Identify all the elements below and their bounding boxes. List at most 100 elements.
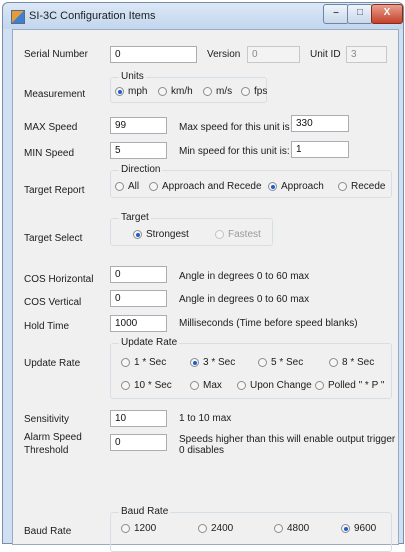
radio-icon [158,87,167,96]
option-label: Upon Change [250,380,312,391]
app-icon [11,10,25,24]
radio-icon [329,358,338,367]
max-speed-limit-input[interactable]: 330 [291,115,349,132]
direction-group: Direction All Approach and Recede Approa… [110,164,392,198]
target-select-label: Target Select [24,233,83,244]
window-title: SI-3C Configuration Items [29,10,156,22]
target-option-fastest: Fastest [215,228,261,241]
unit-id-label: Unit ID [310,49,341,60]
form-panel: Serial Number 0 Version 0 Unit ID 3 Meas… [12,29,399,552]
measurement-label: Measurement [24,89,86,100]
direction-group-title: Direction [119,164,163,175]
units-option-fps[interactable]: fps [241,85,267,98]
direction-option-recede[interactable]: Recede [338,180,385,193]
update-rate-group-title: Update Rate [119,337,180,348]
radio-icon [203,87,212,96]
alarm-speed-label: Alarm Speed [24,432,82,443]
minimize-button[interactable]: – [323,4,349,24]
min-speed-note: Min speed for this unit is: [179,146,290,157]
update-rate-option-5sec[interactable]: 5 * Sec [258,356,303,369]
radio-selected-icon [115,87,124,96]
sensitivity-note: 1 to 10 max [179,413,232,424]
config-window: SI-3C Configuration Items – □ X Serial N… [2,2,404,552]
radio-icon [121,381,130,390]
close-button[interactable]: X [371,4,403,24]
cos-horizontal-note: Angle in degrees 0 to 60 max [179,271,310,282]
option-label: mph [128,86,148,97]
cos-vertical-input[interactable]: 0 [110,290,167,307]
option-label: 4800 [287,523,310,534]
option-label: Recede [351,181,386,192]
max-speed-note: Max speed for this unit is [179,122,290,133]
cos-horizontal-label: COS Horizontal [24,274,94,285]
target-option-strongest[interactable]: Strongest [133,228,189,241]
units-option-kmh[interactable]: km/h [158,85,193,98]
cos-vertical-label: COS Vertical [24,297,82,308]
hold-time-note: Milliseconds (Time before speed blanks) [179,318,358,329]
baud-rate-option-4800[interactable]: 4800 [274,522,309,535]
min-speed-label: MIN Speed [24,148,75,159]
update-rate-group: Update Rate 1 * Sec 3 * Sec 5 * Sec 8 * … [110,337,392,399]
update-rate-option-3sec[interactable]: 3 * Sec [190,356,235,369]
update-rate-option-upon-change[interactable]: Upon Change [237,379,312,392]
baud-rate-option-2400[interactable]: 2400 [198,522,233,535]
option-label: Approach and Recede [162,181,262,192]
radio-icon [258,358,267,367]
alarm-disable-note: 0 disables [179,445,225,456]
direction-option-approach-recede[interactable]: Approach and Recede [149,180,262,193]
direction-option-all[interactable]: All [115,180,139,193]
cos-horizontal-input[interactable]: 0 [110,266,167,283]
baud-rate-option-1200[interactable]: 1200 [121,522,156,535]
option-label: 5 * Sec [271,357,304,368]
hold-time-label: Hold Time [24,321,70,332]
option-label: m/s [216,86,233,97]
update-rate-option-8sec[interactable]: 8 * Sec [329,356,374,369]
version-label: Version [207,49,241,60]
radio-icon [121,524,130,533]
option-label: 2400 [211,523,234,534]
option-label: 9600 [354,523,377,534]
update-rate-option-10sec[interactable]: 10 * Sec [121,379,172,392]
radio-selected-icon [133,230,142,239]
sensitivity-input[interactable]: 10 [110,410,167,427]
option-label: 10 * Sec [134,380,172,391]
radio-selected-icon [268,182,277,191]
cos-vertical-note: Angle in degrees 0 to 60 max [179,294,310,305]
option-label: 3 * Sec [203,357,236,368]
alarm-speed-note: Speeds higher than this will enable outp… [179,434,396,445]
option-label: 1200 [134,523,157,534]
radio-selected-icon [341,524,350,533]
units-group: Units mph km/h m/s fps [110,71,267,103]
baud-rate-group-title: Baud Rate [119,506,171,517]
option-label: Strongest [146,229,189,240]
radio-icon [237,381,246,390]
maximize-button[interactable]: □ [347,4,373,24]
direction-option-approach[interactable]: Approach [268,180,324,193]
max-speed-label: MAX Speed [24,122,78,133]
max-speed-input[interactable]: 99 [110,117,167,134]
radio-selected-icon [190,358,199,367]
hold-time-input[interactable]: 1000 [110,315,167,332]
alarm-speed-input[interactable]: 0 [110,434,167,451]
min-speed-input[interactable]: 5 [110,142,167,159]
target-report-label: Target Report [24,185,85,196]
update-rate-option-1sec[interactable]: 1 * Sec [121,356,166,369]
option-label: fps [254,86,268,97]
radio-icon [274,524,283,533]
sensitivity-label: Sensitivity [24,414,70,425]
option-label: All [128,181,140,192]
radio-icon [190,381,199,390]
target-group: Target Strongest Fastest [110,212,273,246]
radio-icon [198,524,207,533]
serial-number-input[interactable]: 0 [110,46,197,63]
title-bar[interactable]: SI-3C Configuration Items – □ X [3,3,403,29]
radio-icon [338,182,347,191]
option-label: Polled " * P " [328,380,385,391]
radio-icon [115,182,124,191]
units-option-mph[interactable]: mph [115,85,147,98]
baud-rate-option-9600[interactable]: 9600 [341,522,376,535]
min-speed-limit-input[interactable]: 1 [291,141,349,158]
update-rate-option-polled[interactable]: Polled " * P " [315,379,384,392]
units-option-ms[interactable]: m/s [203,85,232,98]
update-rate-option-max[interactable]: Max [190,379,222,392]
